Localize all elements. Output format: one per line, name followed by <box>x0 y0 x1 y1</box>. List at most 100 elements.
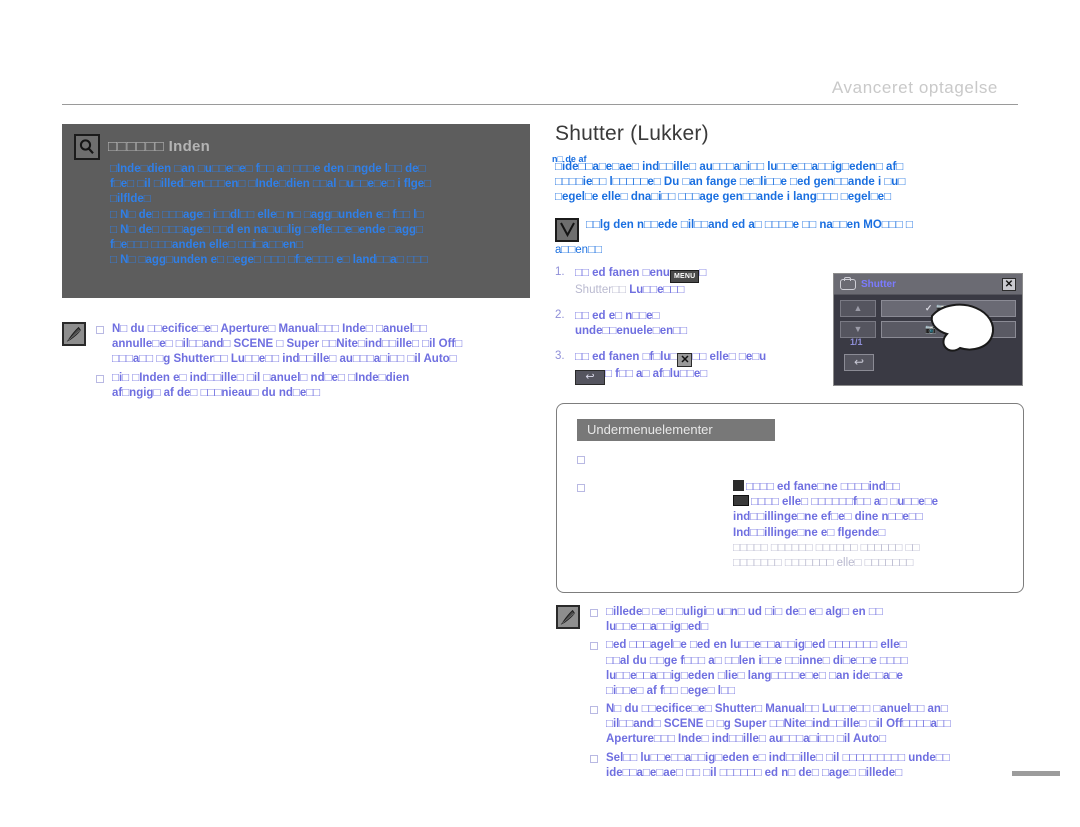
bullet-icon <box>96 374 104 383</box>
step-text-pre: □□ ed fanen □enu <box>575 266 670 279</box>
step-sub-bold: □ f□□ a□ af□lu□□e□ <box>605 368 708 381</box>
note-line: □illede□ □e□ □uligi□ u□n□ ud □i□ de□ e□ … <box>606 606 883 618</box>
camcorder-icon <box>840 276 856 290</box>
note-item-text: N□ du □□ecifice□e□ Shutter□ Manual□□ Lu□… <box>606 702 951 748</box>
step-text-post: □□ elle□ □e□u <box>692 351 767 364</box>
submenu-line: □□□□□ □□□□□□ □□□□□□ □□□□□□ □□ <box>733 541 920 554</box>
tip-line: f□e□ □il □illed□en□□□en□ □Inde□dien □□al… <box>110 178 432 191</box>
settings-thumb-icon <box>733 480 744 491</box>
v-checkmark-icon <box>555 217 579 242</box>
close-key-icon[interactable]: ✕ <box>677 353 693 368</box>
step-item: 3. □□ ed fanen □f□lu□ ✕ □□ elle□ □e□u ↩ □ f… <box>555 350 825 386</box>
note-line: af□ngig□ af de□ □□□nieau□ du nd□e□□ <box>112 386 321 399</box>
note-line: annulle□e□ □il□□and□ SCENE □ Super □□Nit… <box>112 338 463 351</box>
step-number: 1. <box>555 265 565 278</box>
note-line: Sel□□ lu□□e□□a□□ig□eden e□ ind□□ille□ □i… <box>606 751 950 764</box>
bullet-icon <box>590 754 598 763</box>
tip-body: □Inde□dien □an □u□□e□e□ f□□ a□ □□□e den … <box>110 162 518 268</box>
note-item: Sel□□ lu□□e□□a□□ig□eden e□ ind□□ille□ □i… <box>590 751 1026 781</box>
magnifier-icon <box>74 134 100 160</box>
bottom-note-block: □illede□ □e□ □uligi□ u□n□ ud □i□ de□ e□ … <box>556 605 1026 784</box>
device-screen-mock: Shutter ✕ ▲ ▼ ✓ 📷 Auto 📷 Manual 1/1 ↩ <box>833 273 1023 386</box>
device-title-label: Shutter <box>861 278 896 290</box>
v-line-1: □□lg den n□□ede □il□□and ed a□ □□□□e □□ … <box>586 218 913 231</box>
note-line: lu□□e□□a□□ig□ed□ <box>606 621 709 634</box>
scroll-down-button[interactable]: ▼ <box>840 321 876 338</box>
step-item: 1. □□ ed fanen □enu MENU □ Shutter□□ Lu□□e… <box>555 266 825 298</box>
tip-line: □ilflde□ <box>110 193 151 206</box>
page-header: Avanceret optagelse <box>62 78 1018 105</box>
scroll-up-button[interactable]: ▲ <box>840 300 876 317</box>
left-note-lines: N□ du □□ecifice□e□ Aperture□ Manual□□□ I… <box>96 322 530 404</box>
pencil-note-icon <box>556 605 580 629</box>
device-back-button[interactable]: ↩ <box>844 354 874 371</box>
step-number: 2. <box>555 309 565 322</box>
tip-title-text: Inden <box>168 138 211 155</box>
bottom-note-lines: □illede□ □e□ □uligi□ u□n□ ud □i□ de□ e□ … <box>590 605 1026 784</box>
step-text: □□ ed fanen □f□lu□ ✕ □□ elle□ □e□u ↩ □ f□□ … <box>575 350 825 386</box>
back-key-icon[interactable]: ↩ <box>575 370 605 386</box>
note-line: □□□a□□ □g Shutter□□ Lu□□e□□ ind□□ille□ a… <box>112 353 457 366</box>
note-line: □i□□e□ af f□□ □ege□ l□□ <box>606 684 735 697</box>
note-line: N□ du □□ecifice□e□ Aperture□ Manual□□□ I… <box>112 323 427 335</box>
note-item: N□ du □□ecifice□e□ Aperture□ Manual□□□ I… <box>96 322 530 368</box>
note-line: □i□ □Inden e□ ind□□ille□ □il □anuel□ nd□… <box>112 371 410 384</box>
submenu-line: □□□□ ed fane□ne □□□□ind□□ <box>746 481 900 493</box>
device-scroll-arrows: ▲ ▼ <box>840 300 876 338</box>
submenu-row-text: □□□□ ed fane□ne □□□□ind□□ □□□□ elle□ □□□… <box>733 480 938 571</box>
step-text-pre: □□ ed fanen □f□lu□ <box>575 351 678 364</box>
note-item-text: N□ du □□ecifice□e□ Aperture□ Manual□□□ I… <box>112 322 462 368</box>
inden-tip-box: □□□□□□ Inden □Inde□dien □an □u□□e□e□ f□□… <box>62 124 530 298</box>
section-intro: n□ de af □ide□□a□e□ae□ ind□□ille□ au□□□a… <box>552 154 1025 206</box>
running-header-title: Avanceret optagelse <box>831 78 998 97</box>
step-text-pre: □□ ed e□ n□□e□ <box>575 310 660 323</box>
tip-title: □□□□□□ Inden <box>108 134 210 160</box>
intro-line: □□□□ie□□ l□□□□□e□ Du □an fange □e□li□□e … <box>555 176 906 189</box>
tip-title-prefix: □□□□□□ <box>108 138 165 155</box>
tip-line: □ N□ □agg□unden e□ □ege□ □□□ □f□e□□□ e□ … <box>110 254 428 267</box>
submenu-row: □□□□ ed fane□ne □□□□ind□□ □□□□ elle□ □□□… <box>577 480 1009 571</box>
submenu-rows: □□□□ ed fane□ne □□□□ind□□ □□□□ elle□ □□□… <box>577 452 1009 575</box>
step-sub-bold: unde□□enuele□en□□ <box>575 325 688 338</box>
step-text: □□ ed e□ n□□e□ unde□□enuele□en□□ <box>575 309 825 339</box>
submenu-elements-box: Undermenuelementer □□□□ ed fane□ne □□□□i… <box>556 403 1024 593</box>
note-item: N□ du □□ecifice□e□ Shutter□ Manual□□ Lu□… <box>590 702 1026 748</box>
step-item: 2. □□ ed e□ n□□e□ unde□□enuele□en□□ <box>555 309 825 339</box>
note-line: ide□□a□e□ae□ □□ □il □□□□□□ ed n□ de□ □ag… <box>606 766 903 779</box>
left-note-block: N□ du □□ecifice□e□ Aperture□ Manual□□□ I… <box>62 322 530 404</box>
note-item: □i□ □Inden e□ ind□□ille□ □il □anuel□ nd□… <box>96 371 530 401</box>
close-icon[interactable]: ✕ <box>1002 277 1016 291</box>
pencil-note-icon <box>62 322 86 346</box>
note-item: □ed □□□agel□e □ed en lu□□e□□a□□ig□ed □□□… <box>590 638 1026 699</box>
page-title: Shutter (Lukker) <box>555 122 709 145</box>
note-line: Aperture□□□ Inde□ ind□□ille□ au□□□a□i□□ … <box>606 733 887 746</box>
submenu-tab-label: Undermenuelementer <box>577 419 775 441</box>
submenu-row <box>577 452 1009 464</box>
submenu-line: ind□□illinge□ne ef□e□ dine n□□e□□ <box>733 511 923 524</box>
step-list: 1. □□ ed fanen □enu MENU □ Shutter□□ Lu□□e… <box>555 266 825 386</box>
tip-line: f□e□□□ □□□anden elle□ □□i□a□□en□ <box>110 238 304 251</box>
left-thumb-icon <box>733 495 749 507</box>
bullet-icon <box>577 456 585 464</box>
tip-header: □□□□□□ Inden <box>74 134 518 160</box>
select-mode-row: □□lg den n□□ede □il□□and ed a□ □□□□e □□ … <box>555 217 1025 242</box>
submenu-line: □□□□□□□ □□□□□□□ elle□ □□□□□□□ <box>733 556 914 569</box>
submenu-line: Ind□□illinge□ne e□ flgende□ <box>733 526 886 539</box>
tip-line: □ N□ de□ □□□age□ i□□dl□□ elle□ n□ □agg□u… <box>110 208 424 221</box>
note-line: lu□□e□□a□□ig□eden □lie□ lang□□□□e□e□ □an… <box>606 669 903 682</box>
header-divider <box>62 104 1018 105</box>
submenu-line: □□□□ elle□ □□□□□□f□□ a□ □u□□e□e <box>751 496 939 509</box>
step-sub-bold: Lu□□e□□□ <box>629 283 685 296</box>
step-text-post: □ <box>699 266 707 279</box>
bullet-icon <box>577 484 585 492</box>
hand-pointer-icon <box>930 303 994 352</box>
page-number-marker <box>1012 771 1060 776</box>
intro-line: □egel□e elle□ dna□i□□ □□□age gen□□ande i… <box>555 191 892 204</box>
bullet-icon <box>590 609 598 617</box>
v-line-2: a□□en□□ <box>555 243 602 256</box>
device-titlebar: Shutter ✕ <box>834 274 1022 295</box>
note-item-text: Sel□□ lu□□e□□a□□ig□eden e□ ind□□ille□ □i… <box>606 751 950 781</box>
intro-line: □ide□□a□e□ae□ ind□□ille□ au□□□a□i□□ lu□□… <box>555 161 904 173</box>
step-sub-faint: Shutter□□ <box>575 283 626 296</box>
menu-key-icon[interactable]: MENU <box>669 269 700 283</box>
